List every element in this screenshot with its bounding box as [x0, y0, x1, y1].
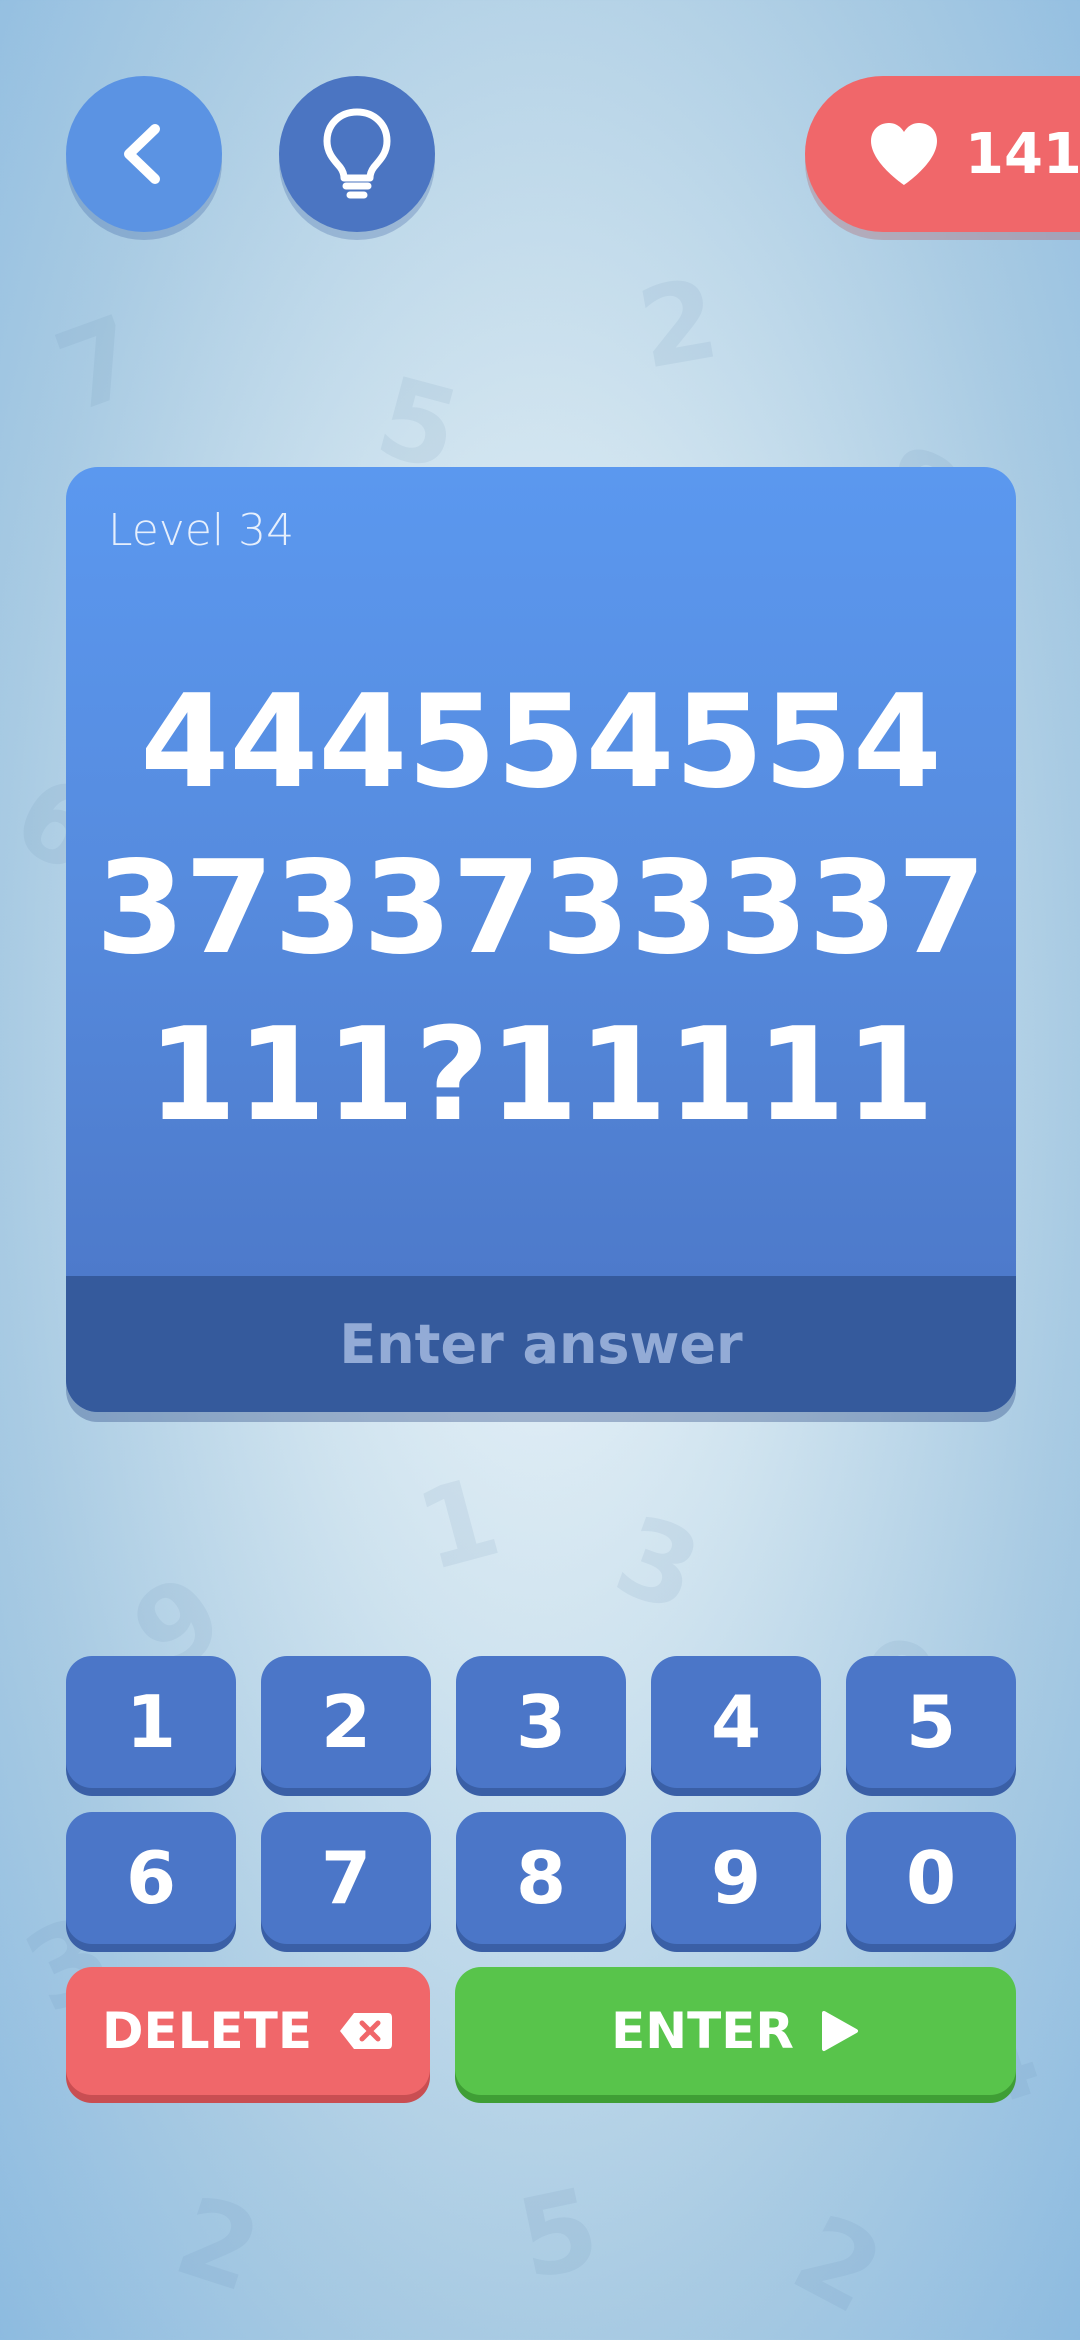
sequence-line-3: 111?11111	[147, 1001, 935, 1150]
key-4[interactable]: 4	[651, 1656, 821, 1788]
answer-field[interactable]: Enter answer	[66, 1276, 1016, 1412]
hint-button[interactable]	[279, 76, 435, 232]
puzzle-card: Level 34 444554554 3733733337 111?11111 …	[66, 467, 1016, 1412]
key-0[interactable]: 0	[846, 1812, 1016, 1944]
key-1[interactable]: 1	[66, 1656, 236, 1788]
sequence-line-1: 444554554	[140, 668, 942, 817]
key-5[interactable]: 5	[846, 1656, 1016, 1788]
lives-counter: 141	[805, 76, 1080, 232]
lives-count: 141	[965, 121, 1080, 187]
key-6[interactable]: 6	[66, 1812, 236, 1944]
play-arrow-icon	[821, 2011, 858, 2051]
back-button[interactable]	[66, 76, 222, 232]
answer-placeholder: Enter answer	[339, 1312, 743, 1376]
enter-button[interactable]: ENTER	[455, 1967, 1016, 2095]
key-2[interactable]: 2	[261, 1656, 431, 1788]
sequence-line-2: 3733733337	[95, 834, 987, 983]
key-9[interactable]: 9	[651, 1812, 821, 1944]
enter-label: ENTER	[611, 2002, 794, 2060]
key-3[interactable]: 3	[456, 1656, 626, 1788]
key-8[interactable]: 8	[456, 1812, 626, 1944]
chevron-left-icon	[124, 124, 160, 184]
backspace-icon	[339, 2013, 392, 2049]
lightbulb-icon	[323, 108, 391, 199]
delete-label: DELETE	[102, 2002, 312, 2060]
delete-button[interactable]: DELETE	[66, 1967, 430, 2095]
heart-icon	[871, 123, 937, 185]
key-7[interactable]: 7	[261, 1812, 431, 1944]
level-label: Level 34	[108, 505, 295, 556]
